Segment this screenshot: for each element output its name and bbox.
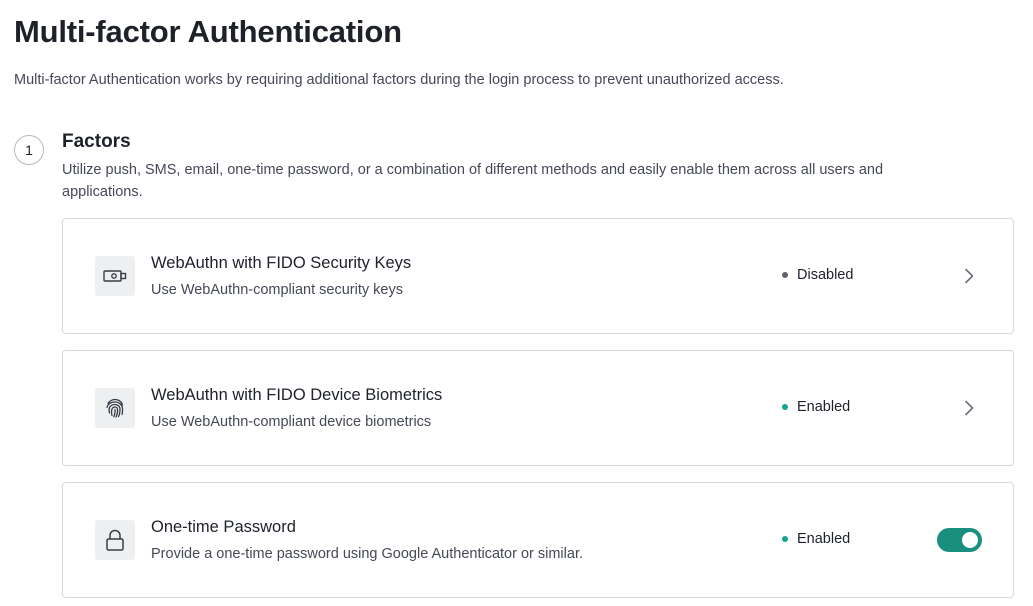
section-description: Utilize push, SMS, email, one-time passw… bbox=[62, 162, 884, 200]
security-key-icon bbox=[95, 256, 135, 296]
section-title-factors: Factors bbox=[62, 131, 131, 152]
factor-subtitle: Use WebAuthn-compliant security keys bbox=[151, 282, 403, 298]
step-number-badge: 1 bbox=[14, 135, 44, 165]
status-dot-enabled bbox=[782, 404, 788, 410]
factor-subtitle: Provide a one-time password using Google… bbox=[151, 546, 583, 562]
status-label: Enabled bbox=[797, 399, 851, 415]
status-badge: Enabled bbox=[782, 531, 850, 547]
chevron-right-icon[interactable] bbox=[959, 265, 979, 287]
factor-subtitle: Use WebAuthn-compliant device biometrics bbox=[151, 414, 432, 430]
status-dot-enabled bbox=[782, 536, 788, 542]
fingerprint-icon bbox=[95, 388, 135, 428]
factor-card-security-keys[interactable]: WebAuthn with FIDO Security Keys Use Web… bbox=[62, 218, 1014, 334]
page-description: Multi-factor Authentication works by req… bbox=[14, 72, 784, 88]
status-badge: Disabled bbox=[782, 267, 853, 283]
factor-card-device-biometrics[interactable]: WebAuthn with FIDO Device Biometrics Use… bbox=[62, 350, 1014, 466]
factor-title: WebAuthn with FIDO Device Biometrics bbox=[151, 386, 443, 404]
status-label: Enabled bbox=[797, 531, 851, 547]
chevron-right-icon[interactable] bbox=[959, 397, 979, 419]
otp-enable-toggle[interactable] bbox=[937, 528, 982, 552]
lock-icon bbox=[95, 520, 135, 560]
status-badge: Enabled bbox=[782, 399, 850, 415]
factor-title: WebAuthn with FIDO Security Keys bbox=[151, 254, 412, 272]
factor-card-one-time-password[interactable]: One-time Password Provide a one-time pas… bbox=[62, 482, 1014, 598]
status-label: Disabled bbox=[797, 267, 854, 283]
page-title: Multi-factor Authentication bbox=[14, 14, 402, 49]
factor-title: One-time Password bbox=[151, 518, 296, 536]
toggle-knob bbox=[962, 532, 978, 548]
status-dot-disabled bbox=[782, 272, 788, 278]
